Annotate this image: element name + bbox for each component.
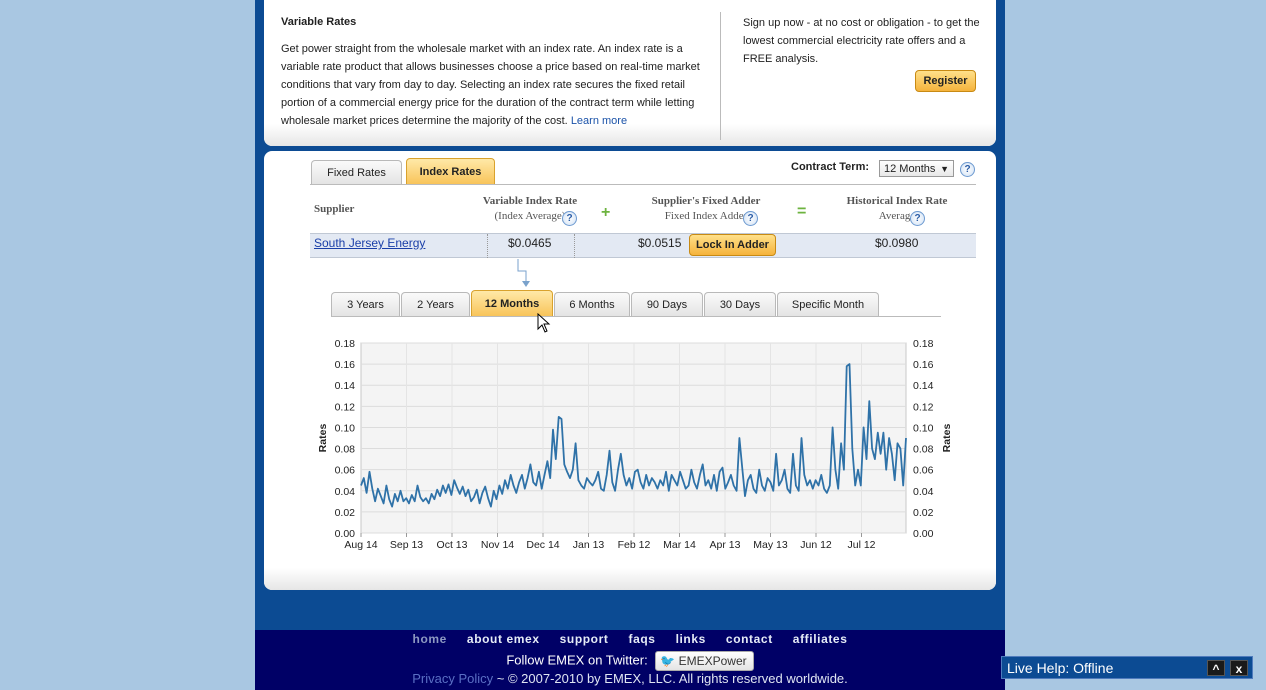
live-help-close-button[interactable]: x: [1230, 660, 1248, 676]
x-tick-label: Mar 14: [663, 539, 696, 551]
footer-nav-home[interactable]: home: [413, 632, 447, 646]
period-tab-2-years[interactable]: 2 Years: [401, 292, 470, 316]
y-tick-label-right: 0.04: [913, 486, 934, 498]
copyright-text: ~ © 2007-2010 by EMEX, LLC. All rights r…: [496, 671, 848, 686]
period-tab-6-months[interactable]: 6 Months: [554, 292, 630, 316]
rates-chart-svg: 0.18 0.18 0.16 0.16 0.14 0.14 0.12 0.12 0.10 0.10…: [317, 338, 953, 551]
variable-rates-title: Variable Rates: [281, 16, 357, 28]
variable-rate-help-icon[interactable]: ?: [562, 211, 577, 226]
historical-help-icon[interactable]: ?: [910, 211, 925, 226]
equals-icon: =: [797, 203, 807, 220]
x-tick-label: Apr 13: [710, 539, 741, 551]
learn-more-link[interactable]: Learn more: [571, 115, 627, 127]
header-supplier: Supplier: [314, 203, 355, 215]
twitter-button[interactable]: 🐦 EMEXPower: [655, 651, 754, 671]
y-tick-label-right: 0.10: [913, 422, 934, 434]
x-tick-label: Oct 13: [437, 539, 468, 551]
contract-term-value: 12 Months: [884, 162, 936, 175]
variable-index-rate-value: $0.0465: [508, 236, 552, 250]
y-tick-label-right: 0.02: [913, 507, 934, 519]
footer-nav-about-emex[interactable]: about emex: [467, 632, 540, 646]
copyright: Privacy Policy ~ © 2007-2010 by EMEX, LL…: [255, 671, 1005, 686]
footer-nav-faqs[interactable]: faqs: [628, 632, 655, 646]
tab-fixed-rates[interactable]: Fixed Rates: [311, 160, 402, 184]
divider: [720, 12, 721, 140]
live-help-bar[interactable]: Live Help: Offline ^ x: [1001, 656, 1253, 679]
live-help-expand-button[interactable]: ^: [1207, 660, 1225, 676]
period-tab-3-years[interactable]: 3 Years: [331, 292, 400, 316]
y-tick-label-left: 0.18: [335, 338, 356, 350]
twitter-line: Follow EMEX on Twitter: 🐦 EMEXPower: [255, 651, 1005, 671]
tab-index-rates[interactable]: Index Rates: [406, 158, 495, 184]
y-tick-label-right: 0.06: [913, 465, 934, 477]
y-tick-label-right: 0.08: [913, 444, 934, 456]
privacy-policy-link[interactable]: Privacy Policy: [412, 671, 493, 686]
live-help-label: Live Help: Offline: [1007, 660, 1114, 676]
x-tick-label: Feb 12: [618, 539, 651, 551]
fixed-adder-value: $0.0515: [638, 236, 682, 250]
twitter-bird-icon: 🐦: [660, 654, 676, 668]
tab-underline: [310, 184, 976, 185]
period-tab-specific-month[interactable]: Specific Month: [777, 292, 879, 316]
y-tick-label-right: 0.12: [913, 401, 934, 413]
x-tick-label: Jul 12: [847, 539, 875, 551]
y-tick-label-right: 0.14: [913, 380, 934, 392]
footer-nav: home about emex support faqs links contact aff…: [255, 632, 1005, 646]
dropdown-arrow-icon: ▼: [940, 163, 949, 174]
y-tick-label-right: 0.16: [913, 359, 934, 371]
x-tick-label: Aug 14: [344, 539, 377, 551]
y-tick-label-left: 0.14: [335, 380, 356, 392]
contract-term-help-icon[interactable]: ?: [960, 162, 975, 177]
y-tick-label-left: 0.02: [335, 507, 356, 519]
connector-arrow-icon: [517, 259, 530, 287]
x-tick-label: May 13: [753, 539, 788, 551]
y-axis-label-left: Rates: [317, 424, 329, 453]
signup-text: Sign up now - at no cost or obligation -…: [743, 17, 980, 65]
register-button[interactable]: Register: [915, 70, 976, 92]
footer-nav-links[interactable]: links: [676, 632, 706, 646]
plus-icon: +: [601, 204, 611, 221]
y-tick-label-left: 0.06: [335, 465, 356, 477]
y-axis-label-right: Rates: [941, 424, 953, 453]
period-tab-90-days[interactable]: 90 Days: [631, 292, 703, 316]
y-tick-label-right: 0.00: [913, 528, 934, 540]
x-tick-label: Jan 13: [573, 539, 605, 551]
x-tick-label: Jun 12: [800, 539, 832, 551]
fixed-adder-help-icon[interactable]: ?: [743, 211, 758, 226]
period-tab-underline: [331, 316, 941, 317]
contract-term-label: Contract Term:: [791, 161, 870, 173]
rates-chart: 0.18 0.18 0.16 0.16 0.14 0.14 0.12 0.12 0.10 0.10…: [310, 330, 970, 556]
footer-nav-support[interactable]: support: [560, 632, 609, 646]
footer-nav-affiliates[interactable]: affiliates: [793, 632, 848, 646]
follow-text: Follow EMEX on Twitter:: [506, 652, 648, 668]
contract-term-select[interactable]: 12 Months ▼: [879, 160, 954, 177]
y-tick-label-left: 0.08: [335, 444, 356, 456]
variable-rates-text: Get power straight from the wholesale ma…: [281, 43, 700, 127]
footer-nav-contact[interactable]: contact: [726, 632, 773, 646]
historical-rate-value: $0.0980: [875, 236, 919, 250]
y-tick-label-left: 0.12: [335, 401, 356, 413]
lock-in-adder-button[interactable]: Lock In Adder: [689, 234, 776, 256]
y-tick-label-left: 0.04: [335, 486, 356, 498]
x-tick-label: Dec 14: [526, 539, 559, 551]
x-tick-label: Nov 14: [481, 539, 514, 551]
y-tick-label-right: 0.18: [913, 338, 934, 350]
header-historical-rate: Historical Index Rate Average: [846, 195, 948, 222]
x-tick-label: Sep 13: [390, 539, 423, 551]
y-tick-label-left: 0.16: [335, 359, 356, 371]
supplier-link[interactable]: South Jersey Energy: [314, 236, 425, 250]
info-card: Variable Rates Get power straight from t…: [264, 0, 996, 146]
variable-rates-description: Get power straight from the wholesale ma…: [281, 40, 721, 130]
period-tab-30-days[interactable]: 30 Days: [704, 292, 776, 316]
y-tick-label-left: 0.10: [335, 422, 356, 434]
